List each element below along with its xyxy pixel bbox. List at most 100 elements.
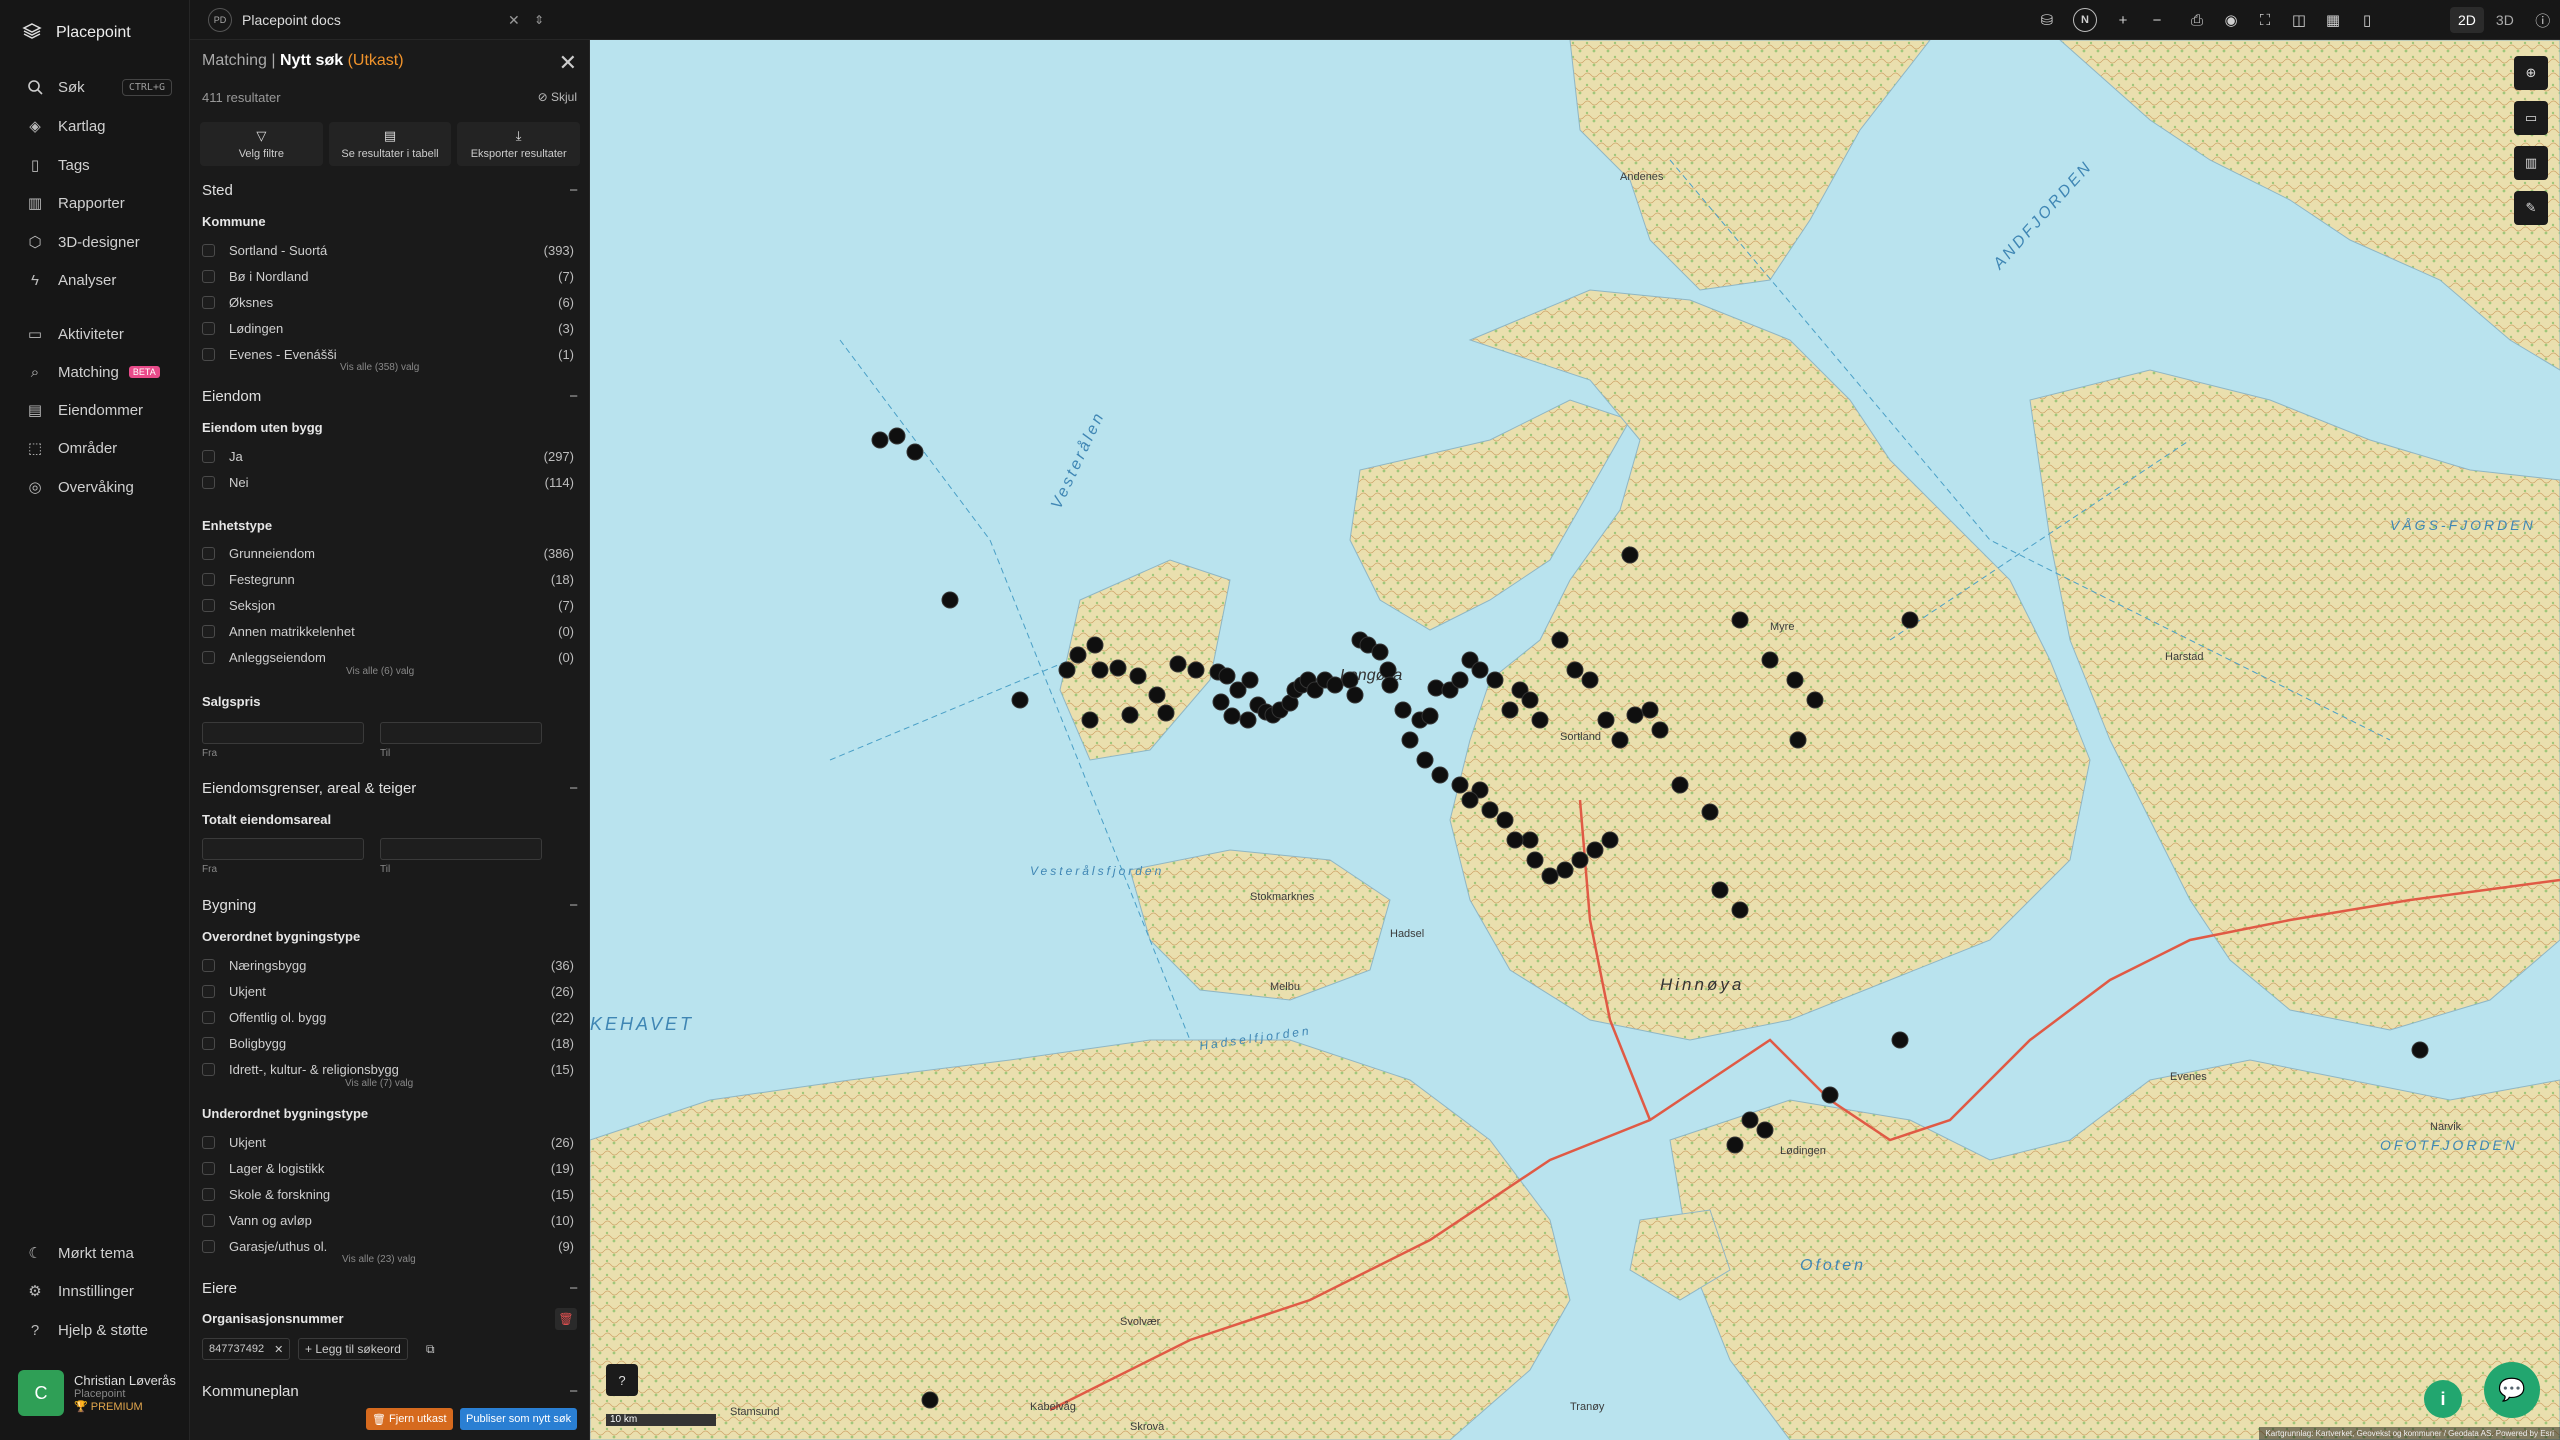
result-marker[interactable] — [1626, 706, 1644, 724]
camera-icon[interactable]: ◫ — [2282, 0, 2316, 40]
result-marker[interactable] — [1451, 776, 1469, 794]
user-profile[interactable]: C Christian Løverås Placepoint 🏆 PREMIUM — [18, 1370, 176, 1416]
export-button[interactable]: ⤓ Eksporter resultater — [457, 122, 581, 166]
result-marker[interactable] — [1581, 671, 1599, 689]
filter-option[interactable]: Ukjent (26) — [202, 981, 574, 1001]
map-view[interactable]: Vesterålen ANDFJORDEN VÅGS-FJORDEN OFOTF… — [590, 40, 2560, 1440]
result-marker[interactable] — [906, 443, 924, 461]
result-marker[interactable] — [1806, 691, 1824, 709]
result-marker[interactable] — [1212, 693, 1230, 711]
result-marker[interactable] — [1091, 661, 1109, 679]
brand[interactable]: Placepoint — [22, 18, 131, 48]
zoom-in-icon[interactable]: + — [2106, 0, 2140, 40]
checkbox[interactable] — [202, 958, 215, 972]
filter-option[interactable]: Lødingen (3) — [202, 318, 574, 338]
checkbox[interactable] — [202, 598, 215, 612]
result-marker[interactable] — [2411, 1041, 2429, 1059]
result-marker[interactable] — [1486, 671, 1504, 689]
result-marker[interactable] — [1726, 1136, 1744, 1154]
result-marker[interactable] — [1731, 901, 1749, 919]
checkbox[interactable] — [202, 475, 215, 489]
result-marker[interactable] — [1416, 751, 1434, 769]
nav-activities[interactable]: ▭ Aktiviteter — [0, 317, 190, 351]
nav-search[interactable]: Søk CTRL+G — [0, 70, 190, 104]
result-marker[interactable] — [1086, 636, 1104, 654]
filter-option[interactable]: Grunneiendom (386) — [202, 543, 574, 563]
filter-option[interactable]: Nei (114) — [202, 472, 574, 492]
result-marker[interactable] — [1394, 701, 1412, 719]
eye-icon[interactable]: ◉ — [2214, 0, 2248, 40]
result-marker[interactable] — [1756, 1121, 1774, 1139]
layer-tool-icon[interactable]: ⊕ — [2514, 56, 2548, 90]
collapse-icon[interactable]: − — [569, 182, 578, 199]
result-marker[interactable] — [1671, 776, 1689, 794]
section-eiere[interactable]: Eiere − — [202, 1280, 578, 1297]
checkbox[interactable] — [202, 984, 215, 998]
mode-2d-button[interactable]: 2D — [2450, 7, 2484, 33]
result-marker[interactable] — [1621, 546, 1639, 564]
collapse-icon[interactable]: − — [569, 388, 578, 405]
result-marker[interactable] — [1187, 661, 1205, 679]
result-marker[interactable] — [1379, 661, 1397, 679]
filter-option[interactable]: Boligbygg (18) — [202, 1033, 574, 1053]
filter-option[interactable]: Næringsbygg (36) — [202, 955, 574, 975]
result-marker[interactable] — [888, 427, 906, 445]
result-marker[interactable] — [1531, 711, 1549, 729]
clear-icon[interactable]: ✕ — [508, 12, 520, 29]
filter-option[interactable]: Ukjent (26) — [202, 1132, 574, 1152]
checkbox[interactable] — [202, 449, 215, 463]
show-all-link[interactable]: Vis alle (358) valg — [340, 362, 419, 373]
result-marker[interactable] — [1427, 679, 1445, 697]
nav-3d-designer[interactable]: ⬡ 3D-designer — [0, 225, 190, 259]
result-marker[interactable] — [941, 591, 959, 609]
checkbox[interactable] — [202, 1161, 215, 1175]
hide-button[interactable]: ⊘ Skjul — [538, 90, 577, 104]
filter-option[interactable]: Vann og avløp (10) — [202, 1210, 574, 1230]
price-to-input[interactable] — [380, 722, 542, 744]
result-marker[interactable] — [1148, 686, 1166, 704]
result-marker[interactable] — [1551, 631, 1569, 649]
result-marker[interactable] — [1326, 676, 1344, 694]
chat-fab-icon[interactable]: 💬 — [2484, 1362, 2540, 1418]
view-table-button[interactable]: ▤ Se resultater i tabell — [328, 122, 452, 166]
close-icon[interactable]: ✕ — [559, 50, 577, 76]
collapse-icon[interactable]: − — [569, 1383, 578, 1400]
draw-tool-icon[interactable]: ✎ — [2514, 191, 2548, 225]
filter-option[interactable]: Bø i Nordland (7) — [202, 266, 574, 286]
publish-button[interactable]: Publiser som nytt søk — [460, 1408, 578, 1430]
checkbox[interactable] — [202, 546, 215, 560]
choose-filters-button[interactable]: ▽ Velg filtre — [200, 122, 323, 166]
checkbox[interactable] — [202, 321, 215, 335]
breadcrumb-matching[interactable]: Matching — [202, 52, 267, 69]
result-marker[interactable] — [1901, 611, 1919, 629]
remove-draft-button[interactable]: 🗑 Fjern utkast — [366, 1408, 453, 1430]
result-marker[interactable] — [1566, 661, 1584, 679]
price-from-input[interactable] — [202, 722, 364, 744]
help-map-icon[interactable]: ? — [606, 1364, 638, 1396]
result-marker[interactable] — [1421, 707, 1439, 725]
result-marker[interactable] — [1081, 711, 1099, 729]
mode-3d-button[interactable]: 3D — [2488, 7, 2522, 33]
filter-option[interactable]: Offentlig ol. bygg (22) — [202, 1007, 574, 1027]
result-marker[interactable] — [1571, 851, 1589, 869]
checkbox[interactable] — [202, 1062, 215, 1076]
result-marker[interactable] — [1109, 659, 1127, 677]
result-marker[interactable] — [1651, 721, 1669, 739]
result-marker[interactable] — [1169, 655, 1187, 673]
result-marker[interactable] — [1481, 801, 1499, 819]
area-to-input[interactable] — [380, 838, 542, 860]
filter-option[interactable]: Annen matrikkelenhet (0) — [202, 621, 574, 641]
print-icon[interactable]: ⎙ — [2180, 0, 2214, 40]
result-marker[interactable] — [1496, 811, 1514, 829]
result-marker[interactable] — [1731, 611, 1749, 629]
show-all-link[interactable]: Vis alle (6) valg — [346, 666, 414, 677]
result-marker[interactable] — [1239, 711, 1257, 729]
filter-option[interactable]: Evenes - Evenášši (1) — [202, 344, 574, 364]
workspace-selector[interactable]: PD Placepoint docs ✕ ⇕ — [208, 7, 548, 33]
checkbox[interactable] — [202, 624, 215, 638]
filter-option[interactable]: Seksjon (7) — [202, 595, 574, 615]
result-marker[interactable] — [921, 1391, 939, 1409]
show-all-link[interactable]: Vis alle (23) valg — [342, 1254, 416, 1265]
collapse-icon[interactable]: − — [569, 780, 578, 797]
result-marker[interactable] — [1381, 676, 1399, 694]
